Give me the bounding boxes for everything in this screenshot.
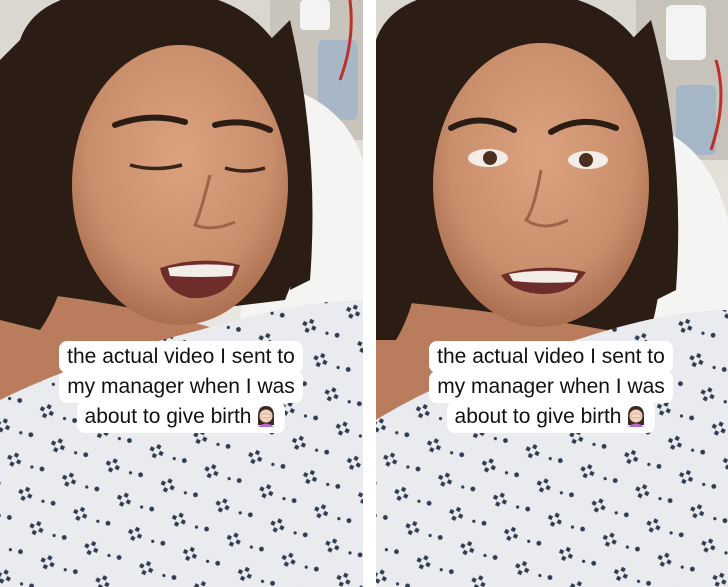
monitor-device: [666, 5, 706, 60]
caption-line-2: my manager when I was: [59, 371, 303, 403]
video-frame-right: the actual video I sent to my manager wh…: [376, 0, 728, 587]
video-frame-left: the actual video I sent to my manager wh…: [0, 0, 363, 587]
caption-line-3: about to give birth: [84, 405, 252, 428]
caption-line-1: the actual video I sent to: [59, 341, 303, 373]
monitor-device: [300, 0, 330, 30]
caption-line-1: the actual video I sent to: [429, 341, 673, 373]
woman-facepalming-icon: [628, 406, 645, 427]
caption-line-3: about to give birth: [454, 405, 622, 428]
scene-photo-right: [376, 0, 728, 587]
teeth: [509, 270, 578, 283]
scene-photo-left: [0, 0, 363, 587]
caption-line-2: my manager when I was: [429, 371, 673, 403]
caption: the actual video I sent to my manager wh…: [24, 341, 338, 433]
caption: the actual video I sent to my manager wh…: [394, 341, 708, 433]
woman-facepalming-icon: [258, 406, 275, 427]
divider: [363, 0, 376, 587]
